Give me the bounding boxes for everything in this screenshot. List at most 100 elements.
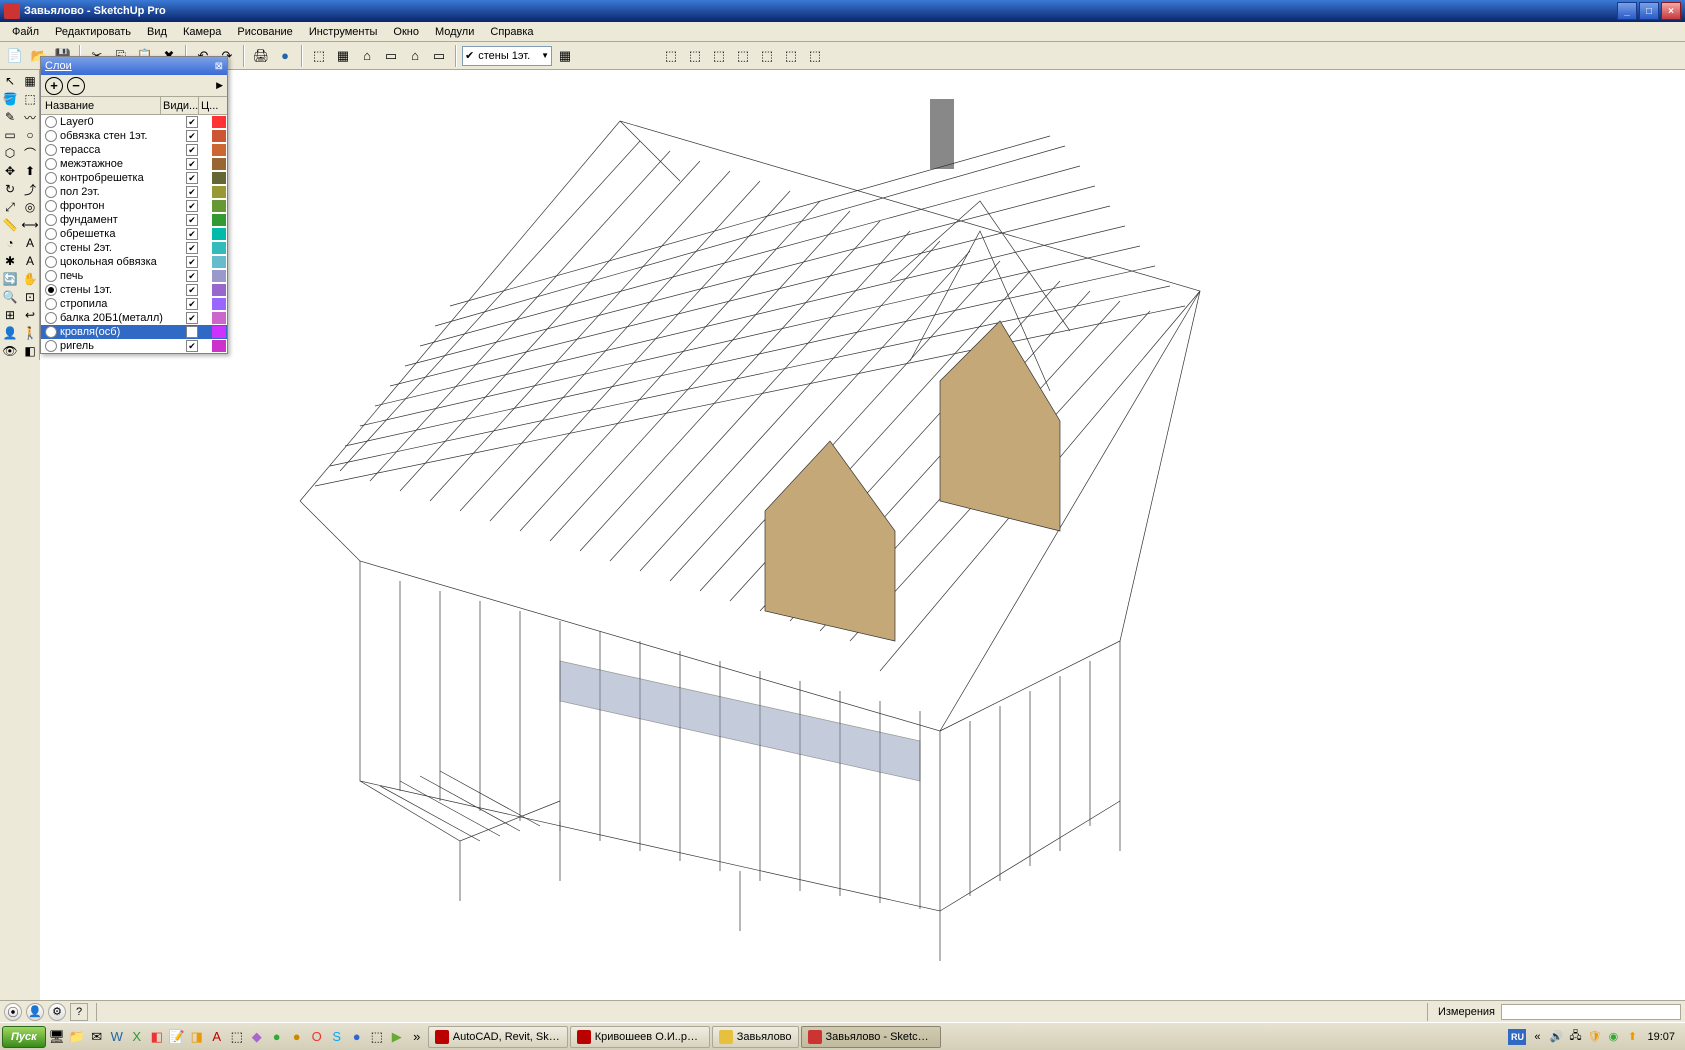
ql-excel-icon[interactable]: X: [128, 1028, 146, 1046]
section-tool-icon[interactable]: ◧: [20, 342, 40, 360]
layer-active-radio[interactable]: [45, 158, 57, 170]
print-icon[interactable]: 🖨: [250, 45, 272, 67]
hidden-line-icon[interactable]: ⬚: [708, 45, 730, 67]
menu-plugins[interactable]: Модули: [427, 24, 482, 40]
followme-tool-icon[interactable]: ⤴: [20, 180, 40, 198]
layer-row[interactable]: ригель✔: [41, 339, 227, 353]
layer-row[interactable]: фундамент✔: [41, 213, 227, 227]
layer-active-radio[interactable]: [45, 172, 57, 184]
layer-visible-checkbox[interactable]: ✔: [186, 214, 198, 226]
claim-icon[interactable]: ⚙: [48, 1003, 66, 1021]
text-tool-icon[interactable]: A: [20, 234, 40, 252]
remove-layer-button[interactable]: −: [67, 77, 85, 95]
layer-color-swatch[interactable]: [212, 326, 226, 338]
column-name[interactable]: Название: [41, 97, 161, 114]
ql-skype-icon[interactable]: S: [328, 1028, 346, 1046]
xray-icon[interactable]: ⬚: [660, 45, 682, 67]
add-layer-button[interactable]: +: [45, 77, 63, 95]
iso-icon[interactable]: ⬚: [308, 45, 330, 67]
geolocation-icon[interactable]: ⦿: [4, 1003, 22, 1021]
layer-row[interactable]: стропила✔: [41, 297, 227, 311]
menu-help[interactable]: Справка: [482, 24, 541, 40]
layer-row[interactable]: кровля(осб): [41, 325, 227, 339]
layer-visible-checkbox[interactable]: ✔: [186, 200, 198, 212]
layer-color-swatch[interactable]: [212, 130, 226, 142]
menu-tools[interactable]: Инструменты: [301, 24, 386, 40]
layer-visible-checkbox[interactable]: ✔: [186, 256, 198, 268]
layer-active-radio[interactable]: [45, 284, 57, 296]
mono-icon[interactable]: ⬚: [780, 45, 802, 67]
taskbar-clock[interactable]: 19:07: [1643, 1031, 1679, 1043]
top-icon[interactable]: ▦: [332, 45, 354, 67]
offset-tool-icon[interactable]: ◎: [20, 198, 40, 216]
layer-active-radio[interactable]: [45, 270, 57, 282]
layer-manager-icon[interactable]: ▦: [554, 45, 576, 67]
menu-window[interactable]: Окно: [385, 24, 427, 40]
zoom-window-icon[interactable]: ⊡: [20, 288, 40, 306]
layer-color-swatch[interactable]: [212, 186, 226, 198]
layer-visible-checkbox[interactable]: ✔: [186, 130, 198, 142]
layer-visible-checkbox[interactable]: ✔: [186, 158, 198, 170]
ql-app7-icon[interactable]: ▶: [388, 1028, 406, 1046]
menu-edit[interactable]: Редактировать: [47, 24, 139, 40]
layer-row[interactable]: терасса✔: [41, 143, 227, 157]
layer-row[interactable]: обрешетка✔: [41, 227, 227, 241]
layer-row[interactable]: межэтажное✔: [41, 157, 227, 171]
ql-notepad-icon[interactable]: 📝: [168, 1028, 186, 1046]
layer-visible-checkbox[interactable]: ✔: [186, 312, 198, 324]
layer-visible-checkbox[interactable]: ✔: [186, 116, 198, 128]
shaded-icon[interactable]: ⬚: [732, 45, 754, 67]
layers-panel-close-icon[interactable]: ⊠: [215, 61, 223, 72]
layer-row[interactable]: Layer0✔: [41, 115, 227, 129]
layer-color-swatch[interactable]: [212, 200, 226, 212]
taskbar-task[interactable]: Завьялово - SketchU...: [801, 1026, 941, 1048]
zoom-extents-icon[interactable]: ⊞: [0, 306, 20, 324]
line-tool-icon[interactable]: ✎: [0, 108, 20, 126]
layer-row[interactable]: фронтон✔: [41, 199, 227, 213]
layer-row[interactable]: стены 2эт.✔: [41, 241, 227, 255]
layer-active-radio[interactable]: [45, 228, 57, 240]
freehand-tool-icon[interactable]: 〰: [20, 108, 40, 126]
tray-expand-icon[interactable]: «: [1529, 1029, 1545, 1045]
layer-visible-checkbox[interactable]: ✔: [186, 144, 198, 156]
tray-network-icon[interactable]: 🖧: [1567, 1029, 1583, 1045]
layer-color-swatch[interactable]: [212, 172, 226, 184]
tape-tool-icon[interactable]: 📏: [0, 216, 20, 234]
menu-view[interactable]: Вид: [139, 24, 175, 40]
help-icon[interactable]: ?: [70, 1003, 88, 1021]
scale-tool-icon[interactable]: ⤢: [0, 198, 20, 216]
layer-row[interactable]: стены 1эт.✔: [41, 283, 227, 297]
layer-color-swatch[interactable]: [212, 242, 226, 254]
component-tool-icon[interactable]: ▦: [20, 72, 40, 90]
ql-desktop-icon[interactable]: 🖥: [48, 1028, 66, 1046]
menu-file[interactable]: Файл: [4, 24, 47, 40]
rotate-tool-icon[interactable]: ↻: [0, 180, 20, 198]
layer-color-swatch[interactable]: [212, 144, 226, 156]
language-indicator[interactable]: RU: [1508, 1029, 1526, 1045]
column-visible[interactable]: Види...: [161, 97, 199, 114]
layer-row[interactable]: контробрешетка✔: [41, 171, 227, 185]
layer-visible-checkbox[interactable]: ✔: [186, 298, 198, 310]
layer-row[interactable]: балка 20Б1(металл)✔: [41, 311, 227, 325]
ql-expand-icon[interactable]: »: [408, 1028, 426, 1046]
start-button[interactable]: Пуск: [2, 1026, 46, 1048]
axes-tool-icon[interactable]: ✱: [0, 252, 20, 270]
menu-draw[interactable]: Рисование: [229, 24, 300, 40]
dimension-tool-icon[interactable]: ⟷: [20, 216, 40, 234]
layer-color-swatch[interactable]: [212, 284, 226, 296]
front-icon[interactable]: ⌂: [356, 45, 378, 67]
paint-tool-icon[interactable]: 🪣: [0, 90, 20, 108]
move-tool-icon[interactable]: ✥: [0, 162, 20, 180]
ql-app5-icon[interactable]: ●: [348, 1028, 366, 1046]
layer-active-radio[interactable]: [45, 144, 57, 156]
layer-visible-checkbox[interactable]: ✔: [186, 172, 198, 184]
layer-row[interactable]: цокольная обвязка✔: [41, 255, 227, 269]
ql-app4-icon[interactable]: ●: [288, 1028, 306, 1046]
style-icon[interactable]: ⬚: [804, 45, 826, 67]
arc-tool-icon[interactable]: ⌒: [20, 144, 40, 162]
wireframe-icon[interactable]: ⬚: [684, 45, 706, 67]
ql-tc-icon[interactable]: ◨: [188, 1028, 206, 1046]
layer-color-swatch[interactable]: [212, 214, 226, 226]
pushpull-tool-icon[interactable]: ⬆: [20, 162, 40, 180]
protractor-tool-icon[interactable]: ◔: [0, 234, 20, 252]
